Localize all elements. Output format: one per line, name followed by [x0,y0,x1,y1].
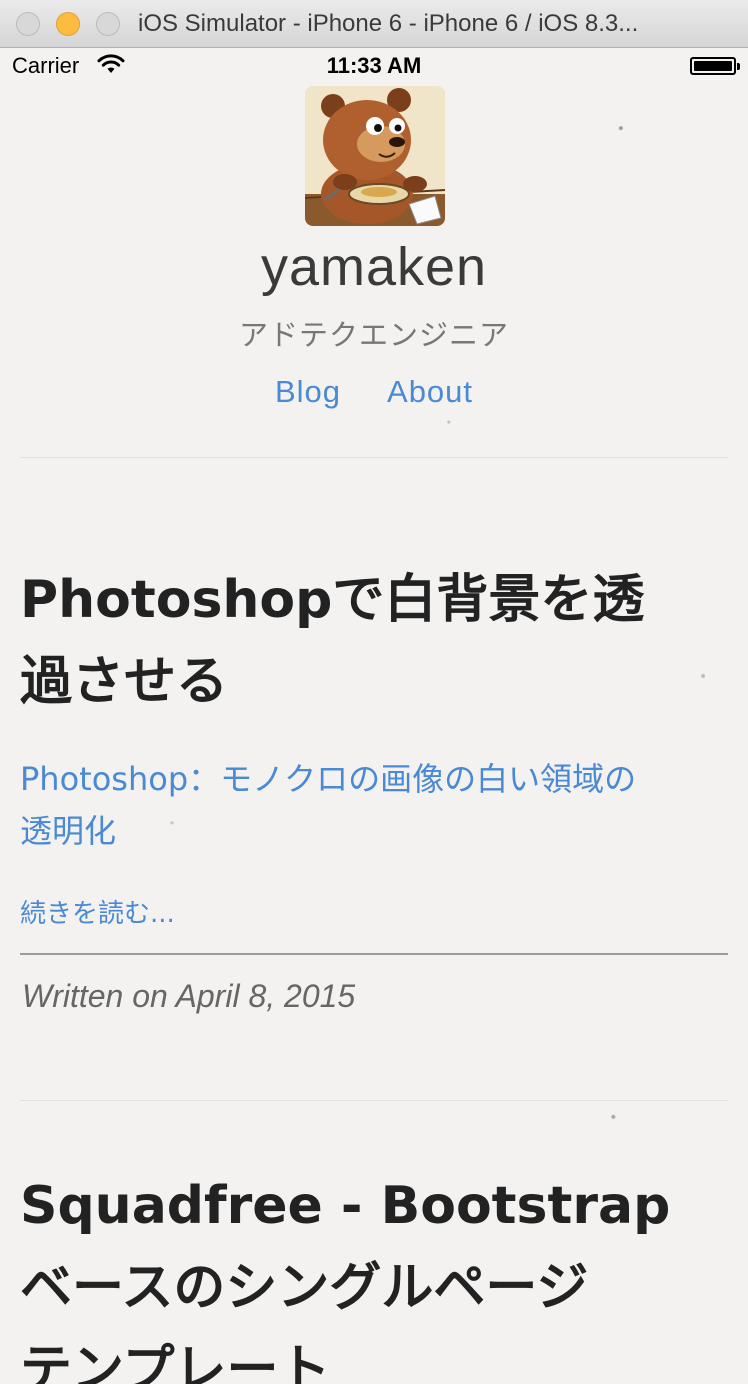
post-title-line: Photoshopで白背景を透 [20,570,645,630]
post-title-line: 過させる [20,652,229,712]
status-clock: 11:33 AM [326,53,422,78]
window-title: iOS Simulator - iPhone 6 - iPhone 6 / iO… [138,10,639,37]
simulator-window-titlebar: iOS Simulator - iPhone 6 - iPhone 6 / iO… [0,0,748,48]
battery-icon [690,57,740,75]
post-title[interactable]: Squadfree - Bootstrap ベースのシングルページ テンプレート [20,1165,720,1384]
post-title-line: テンプレート [20,1340,331,1384]
read-more-link[interactable]: 続きを読む... [20,893,175,930]
site-avatar[interactable] [305,86,445,226]
post-separator [20,1100,728,1101]
site-name[interactable]: yamaken [0,236,748,298]
window-close-button[interactable] [16,12,40,36]
post-divider [20,953,728,955]
post-excerpt-line: Photoshop：モノクロの画像の白い領域の [20,760,637,798]
site-description: アドテクエンジニア [238,318,509,352]
masthead-divider [20,457,728,458]
phone-screen: Carrier 11:33 AM yamaken アドテクエンジニア Blog … [0,48,748,1384]
post-title-line: Squadfree - Bootstrap [20,1176,671,1236]
post-date: Written on April 8, 2015 [22,978,356,1014]
bear-avatar-icon [305,86,445,226]
nav-link-blog[interactable]: Blog [275,374,341,409]
nav-link-about[interactable]: About [387,374,473,409]
post-title[interactable]: Photoshopで白背景を透 過させる [20,559,720,723]
window-minimize-button[interactable] [56,12,80,36]
post-title-line: ベースのシングルページ [20,1258,589,1318]
window-zoom-button[interactable] [96,12,120,36]
post-excerpt[interactable]: Photoshop：モノクロの画像の白い領域の 透明化 [20,753,720,857]
site-nav: Blog About [0,374,748,410]
post-excerpt-line: 透明化 [20,812,117,850]
ios-status-bar: Carrier 11:33 AM [0,48,748,84]
